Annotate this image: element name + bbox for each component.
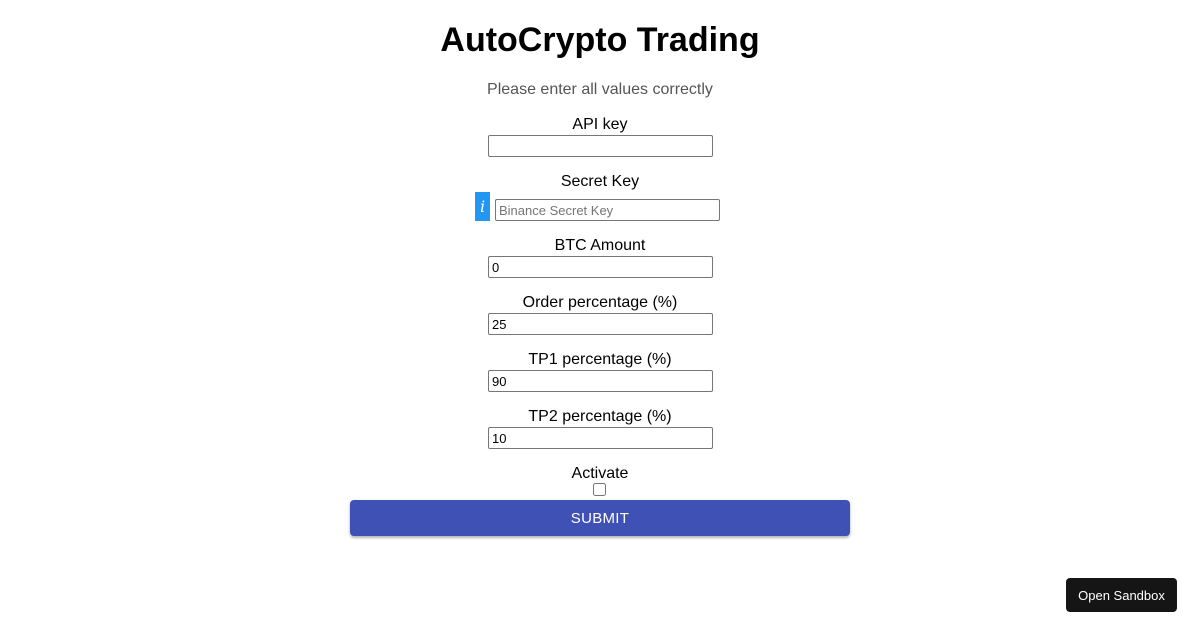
order-percentage-input[interactable] xyxy=(488,313,713,335)
page-subtitle: Please enter all values correctly xyxy=(487,81,713,98)
order-percentage-label: Order percentage (%) xyxy=(522,294,678,311)
secret-key-input[interactable] xyxy=(495,199,720,221)
activate-label: Activate xyxy=(571,465,629,482)
btc-amount-label: BTC Amount xyxy=(554,237,646,254)
page-title: AutoCrypto Trading xyxy=(440,21,760,59)
btc-amount-input[interactable] xyxy=(488,256,713,278)
api-key-label: API key xyxy=(572,116,628,133)
tp1-percentage-input[interactable] xyxy=(488,370,713,392)
info-icon[interactable]: i xyxy=(475,192,490,221)
tp2-percentage-label: TP2 percentage (%) xyxy=(528,408,672,425)
activate-checkbox[interactable] xyxy=(593,483,606,496)
api-key-input[interactable] xyxy=(488,135,713,157)
tp1-percentage-label: TP1 percentage (%) xyxy=(528,351,672,368)
tp2-percentage-input[interactable] xyxy=(488,427,713,449)
submit-button[interactable]: Submit xyxy=(350,500,850,536)
page: AutoCrypto Trading Please enter all valu… xyxy=(0,0,1200,630)
open-sandbox-button[interactable]: Open Sandbox xyxy=(1066,578,1177,612)
secret-key-label: Secret Key xyxy=(560,173,640,190)
